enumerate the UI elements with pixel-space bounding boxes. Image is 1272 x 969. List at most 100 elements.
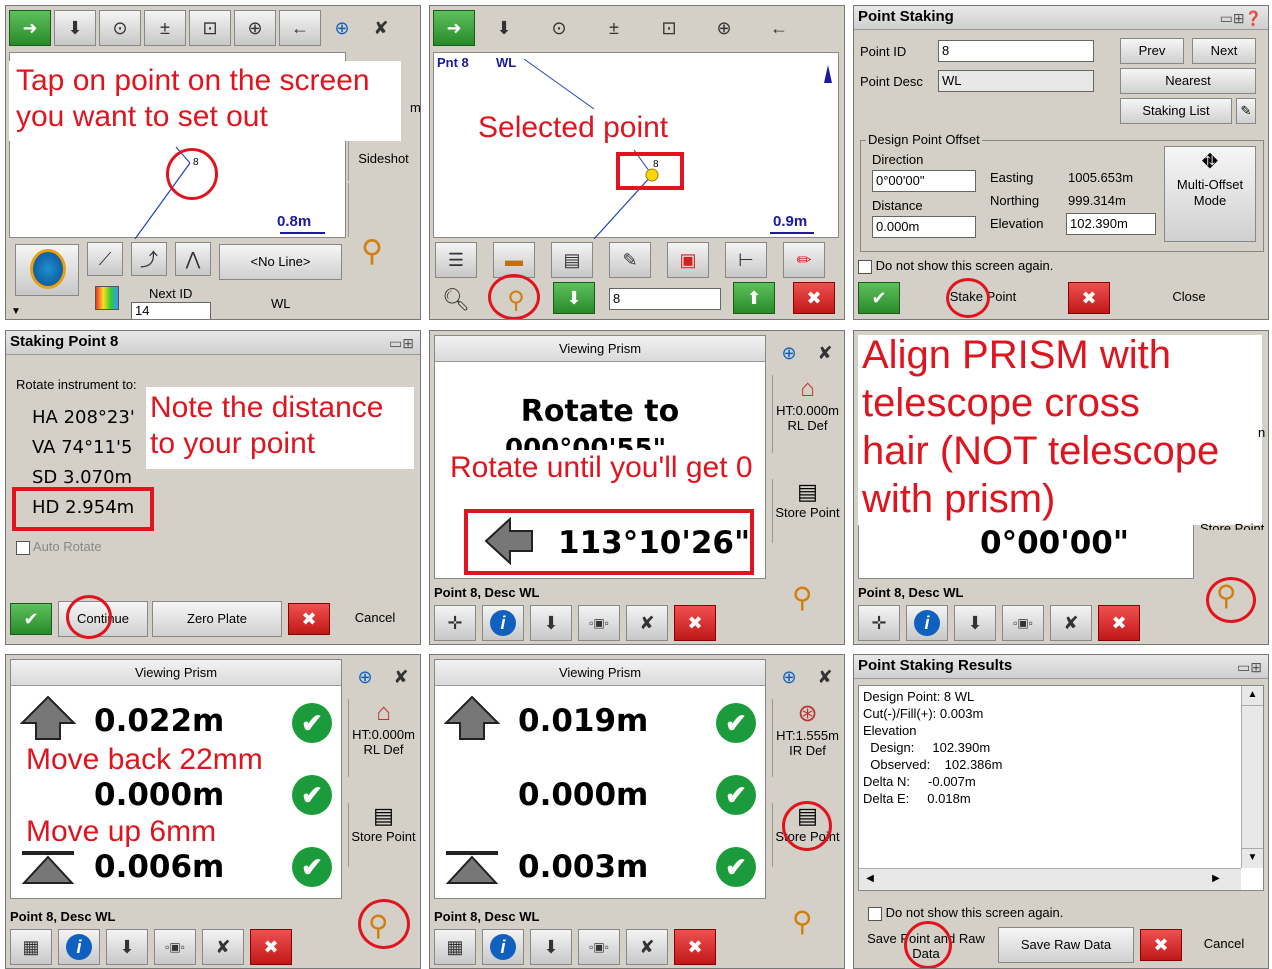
cancel-x-button[interactable]: ✖ — [288, 603, 330, 635]
scroll-left-icon[interactable]: ◀ — [859, 869, 881, 889]
nearest-button[interactable]: Nearest — [1120, 68, 1256, 94]
compass-button[interactable] — [15, 244, 79, 296]
prism-icon[interactable]: ▫▣▫ — [578, 605, 620, 641]
close-button[interactable]: ✖ — [1068, 282, 1110, 314]
no-line-button[interactable]: <No Line> — [219, 244, 342, 280]
measure-icon[interactable]: ⬇ — [530, 929, 572, 965]
crosshair-icon[interactable]: ✛ — [858, 605, 900, 641]
dont-show-row[interactable]: Do not show this screen again. — [858, 258, 1053, 274]
cancel-button[interactable]: Cancel — [334, 601, 416, 637]
close-button[interactable]: ✖ — [793, 282, 835, 314]
measure-icon[interactable]: ⬇ — [954, 605, 996, 641]
store-point-button[interactable]: ▤ Store Point — [772, 479, 842, 543]
satellite-icon[interactable]: ✘ — [626, 605, 668, 641]
prism-icon[interactable]: ▫▣▫ — [578, 929, 620, 965]
back-icon[interactable]: ← — [753, 10, 805, 46]
curve-tool-icon[interactable]: ⤴ — [131, 242, 167, 276]
horizontal-scrollbar[interactable]: ◀ ▶ — [859, 868, 1241, 890]
zero-plate-button[interactable]: Zero Plate — [152, 601, 282, 637]
cancel-button[interactable]: Cancel — [1184, 927, 1264, 963]
down-button[interactable]: ⬇ — [553, 282, 595, 314]
point-input[interactable]: 8 — [609, 288, 721, 310]
triangle-tool-icon[interactable]: ⋀ — [175, 242, 211, 276]
zoom-center-icon[interactable]: ⊙ — [99, 10, 141, 46]
close-button[interactable]: ✖ — [674, 605, 716, 641]
pencil-icon[interactable]: ✏ — [783, 242, 825, 278]
prism-icon[interactable]: ▫▣▫ — [1002, 605, 1044, 641]
zoom-plusminus-icon[interactable]: ± — [588, 10, 640, 46]
staking-list-icon[interactable]: ✎ — [1236, 98, 1256, 124]
point-id-input[interactable]: 8 — [938, 40, 1094, 62]
store-point-button[interactable]: ▤ Store Point — [348, 803, 418, 867]
dropdown-icon[interactable]: ▼ — [11, 306, 21, 317]
zoom-center-icon[interactable]: ⊙ — [533, 10, 585, 46]
measure-icon[interactable]: ⬇ — [530, 605, 572, 641]
results-box[interactable]: Design Point: 8 WL Cut(-)/Fill(+): 0.003… — [858, 685, 1264, 891]
satellite-icon[interactable]: ✘ — [363, 10, 399, 46]
next-button[interactable]: Next — [1192, 38, 1256, 64]
ok-button[interactable]: ✔ — [10, 603, 52, 635]
prism-icon[interactable]: ▫▣▫ — [154, 929, 196, 965]
save-raw-button[interactable]: Save Raw Data — [998, 927, 1134, 963]
vertical-scrollbar[interactable]: ▲ ▼ — [1241, 686, 1263, 868]
dont-show-checkbox[interactable] — [858, 259, 872, 274]
compass-icon[interactable]: ⊕ — [772, 659, 806, 695]
dont-show-row[interactable]: Do not show this screen again. — [868, 905, 1063, 921]
store-icon[interactable]: ▤ — [551, 242, 593, 278]
auto-rotate-checkbox[interactable] — [16, 540, 30, 555]
edit-icon[interactable]: ✎ — [609, 242, 651, 278]
go-button[interactable]: ➜ — [433, 10, 475, 46]
line-tool-icon[interactable]: ⟋ — [87, 242, 123, 276]
elevation-input[interactable]: 102.390m — [1066, 213, 1156, 235]
cancel-x-button[interactable]: ✖ — [1140, 929, 1182, 961]
compass-icon[interactable]: ⊕ — [772, 335, 806, 371]
info-icon[interactable]: i — [58, 929, 100, 965]
info-icon[interactable]: i — [906, 605, 948, 641]
zoom-in-icon[interactable]: ⊕ — [234, 10, 276, 46]
scroll-up-icon[interactable]: ▲ — [1242, 686, 1263, 706]
zoom-window-icon[interactable]: ⊡ — [643, 10, 695, 46]
grid-icon[interactable]: ▦ — [434, 929, 476, 965]
map-canvas[interactable]: Pnt 8 WL Selected point 8 0.9m — [433, 52, 839, 239]
multi-offset-button[interactable]: ⛖ Multi-Offset Mode — [1164, 146, 1256, 242]
compass-icon[interactable]: ⊕ — [324, 10, 360, 46]
offset-icon[interactable]: ⊢ — [725, 242, 767, 278]
delete-icon[interactable]: ▣ — [667, 242, 709, 278]
grid-icon[interactable]: ▦ — [10, 929, 52, 965]
staking-list-button[interactable]: Staking List — [1120, 98, 1232, 124]
dont-show-checkbox[interactable] — [868, 906, 882, 921]
measure-icon[interactable]: ⬇ — [106, 929, 148, 965]
distance-input[interactable]: 0.000m — [872, 216, 976, 238]
direction-input[interactable]: 0°00'00" — [872, 170, 976, 192]
crosshair-icon[interactable]: ✛ — [434, 605, 476, 641]
zoom-plusminus-icon[interactable]: ± — [144, 10, 186, 46]
height-button[interactable]: ⌂ HT:0.000m RL Def — [348, 699, 418, 777]
close-button[interactable]: ✖ — [1098, 605, 1140, 641]
height-button[interactable]: ⌂ HT:0.000m RL Def — [772, 375, 842, 453]
next-id-input[interactable]: 14 — [131, 302, 211, 319]
auto-rotate-row[interactable]: Auto Rotate — [16, 539, 102, 555]
point-desc-input[interactable]: WL — [938, 70, 1094, 92]
stakeout-icon[interactable]: ⚲ — [792, 581, 813, 614]
ruler-icon[interactable]: ▬ — [493, 242, 535, 278]
go-button[interactable]: ➜ — [9, 10, 51, 46]
measure-icon[interactable]: ⬇ — [54, 10, 96, 46]
search-icon[interactable]: 🔍︎ — [435, 282, 477, 318]
close-button[interactable]: ✖ — [250, 929, 292, 965]
scroll-right-icon[interactable]: ▶ — [1205, 869, 1227, 889]
info-icon[interactable]: i — [482, 605, 524, 641]
satellite-icon[interactable]: ✘ — [1050, 605, 1092, 641]
satellite-icon[interactable]: ✘ — [384, 659, 418, 695]
stakeout-icon[interactable]: ⚲ — [792, 905, 813, 938]
satellite-icon[interactable]: ✘ — [808, 335, 842, 371]
scroll-down-icon[interactable]: ▼ — [1242, 848, 1263, 868]
satellite-icon[interactable]: ✘ — [626, 929, 668, 965]
height-button[interactable]: ⊛ HT:1.555m IR Def — [772, 699, 842, 777]
close-button[interactable]: ✖ — [674, 929, 716, 965]
sideshot-button[interactable]: Sideshot — [348, 141, 418, 181]
zoom-in-icon[interactable]: ⊕ — [698, 10, 750, 46]
close-label-button[interactable]: Close — [1114, 282, 1264, 314]
stakeout-icon[interactable]: ⚲ — [361, 234, 383, 269]
satellite-icon[interactable]: ✘ — [202, 929, 244, 965]
measure-icon[interactable]: ⬇ — [478, 10, 530, 46]
